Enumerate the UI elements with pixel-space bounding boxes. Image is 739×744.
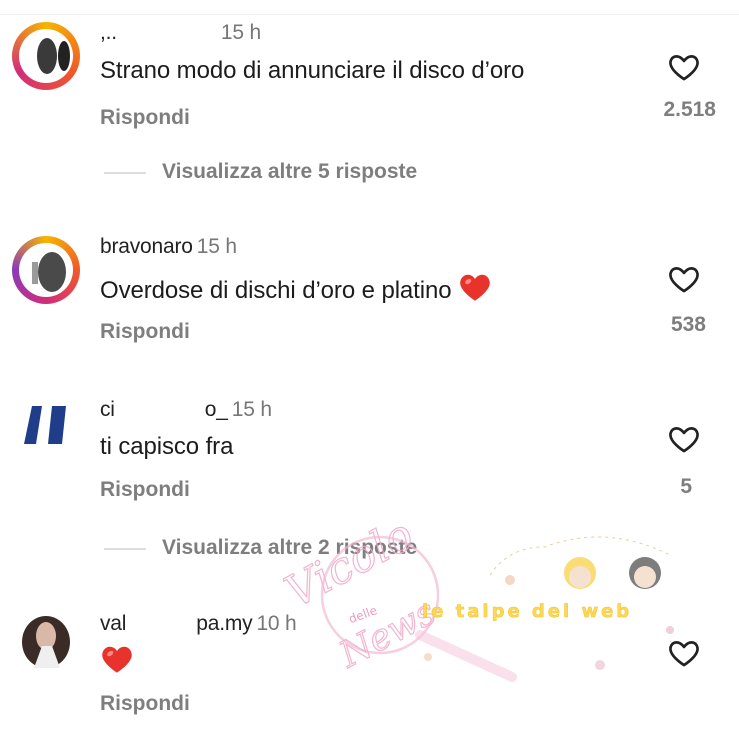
comment-text: [100, 644, 134, 677]
watermark-news: News: [332, 592, 442, 677]
avatar[interactable]: [12, 392, 80, 460]
likes-count: 5: [680, 475, 692, 498]
top-divider: [0, 14, 739, 15]
view-replies-line: [104, 172, 146, 174]
comment-text: Overdose di dischi d’oro e platino: [100, 272, 492, 305]
username-text: ci: [100, 398, 115, 421]
username-text: val: [100, 612, 127, 635]
username-text-end: pa.my: [196, 612, 253, 635]
heart-outline-icon[interactable]: [666, 636, 702, 670]
watermark-delle: delle: [347, 603, 379, 626]
reply-button[interactable]: Rispondi: [100, 106, 190, 130]
comment-text: Strano modo di annunciare il disco d’oro: [100, 57, 525, 84]
username-text: ,..: [100, 21, 117, 44]
view-replies-button[interactable]: Visualizza altre 2 risposte: [100, 534, 520, 564]
comment-timestamp: 15 h: [196, 235, 237, 258]
avatar[interactable]: [12, 606, 80, 674]
view-replies-button[interactable]: Visualizza altre 5 risposte: [100, 158, 520, 188]
comment-text: ti capisco fra: [100, 433, 234, 460]
likes-count: 538: [670, 313, 706, 336]
heart-outline-icon[interactable]: [666, 262, 702, 296]
comment-username[interactable]: bravonaro 15 h: [100, 235, 237, 259]
comment-timestamp: 15 h: [220, 21, 261, 44]
heart-outline-icon[interactable]: [666, 50, 702, 84]
comment-username[interactable]: ci o_ 15 h: [100, 398, 272, 422]
comment-timestamp: 15 h: [231, 398, 272, 421]
reply-button[interactable]: Rispondi: [100, 692, 190, 716]
username-text: bravonaro: [100, 235, 193, 258]
red-heart-emoji: [102, 646, 132, 673]
comment-timestamp: 10 h: [256, 612, 297, 635]
comment-username[interactable]: val pa.my 10 h: [100, 612, 297, 636]
red-heart-emoji: [460, 274, 490, 301]
watermark-talpe: le talpe del web: [422, 601, 632, 622]
view-replies-label: Visualizza altre 2 risposte: [162, 536, 418, 559]
view-replies-label: Visualizza altre 5 risposte: [162, 160, 418, 183]
username-text-end: o_: [204, 398, 228, 421]
reply-button[interactable]: Rispondi: [100, 320, 190, 344]
avatar[interactable]: [12, 236, 80, 304]
reply-button[interactable]: Rispondi: [100, 478, 190, 502]
likes-count: 2.518: [663, 98, 716, 121]
heart-outline-icon[interactable]: [666, 422, 702, 456]
avatar[interactable]: [12, 22, 80, 90]
comment-text-content: Overdose di dischi d’oro e platino: [100, 277, 452, 304]
comment-username[interactable]: ,.. 15 h: [100, 21, 261, 45]
view-replies-line: [104, 548, 146, 550]
